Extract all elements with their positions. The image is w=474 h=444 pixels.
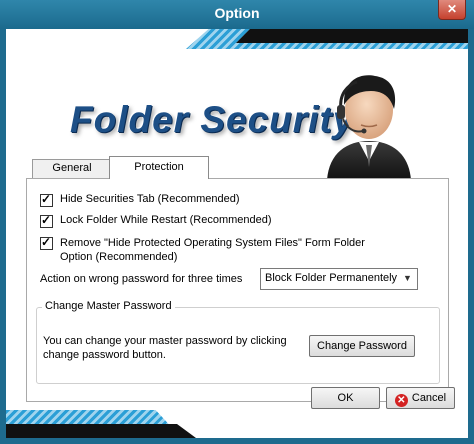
group-legend: Change Master Password (42, 300, 175, 312)
checkmark-icon: ✓ (41, 192, 52, 206)
wrong-password-select[interactable]: Block Folder Permanentely ▼ (260, 268, 418, 290)
change-password-button[interactable]: Change Password (309, 335, 415, 357)
change-master-password-group: Change Master Password You can change yo… (36, 300, 440, 384)
dialog-content: Folder Security General Protection ✓ Hid… (6, 29, 468, 438)
close-button[interactable]: ✕ (438, 0, 466, 20)
wrong-password-label: Action on wrong password for three times (40, 273, 243, 285)
option-label: Remove "Hide Protected Operating System … (60, 237, 365, 263)
protection-panel: ✓ Hide Securities Tab (Recommended) ✓ Lo… (26, 178, 449, 402)
option-dialog: Option ✕ Folder Security General Protect… (0, 0, 474, 444)
ok-button[interactable]: OK (311, 387, 380, 409)
group-description: You can change your master password by c… (43, 335, 287, 361)
option-label: Lock Folder While Restart (Recommended) (60, 214, 272, 226)
decorative-band-top (236, 29, 468, 43)
option-remove-hide-protected[interactable]: ✓ Remove "Hide Protected Operating Syste… (40, 235, 390, 264)
tab-general[interactable]: General (32, 159, 112, 178)
window-title: Option (214, 5, 260, 21)
tab-protection[interactable]: Protection (109, 156, 209, 179)
checkmark-icon: ✓ (41, 235, 52, 249)
option-hide-securities-tab[interactable]: ✓ Hide Securities Tab (Recommended) (40, 192, 240, 207)
support-agent-icon (327, 75, 411, 180)
checkbox[interactable]: ✓ (40, 235, 53, 250)
cancel-label: Cancel (411, 392, 447, 404)
close-icon: ✕ (446, 2, 458, 16)
checkbox[interactable]: ✓ (40, 192, 53, 207)
option-label: Hide Securities Tab (Recommended) (60, 193, 240, 205)
decorative-band-bottom (6, 424, 196, 438)
checkbox[interactable]: ✓ (40, 213, 53, 228)
chevron-down-icon[interactable]: ▼ (401, 271, 414, 286)
app-logo: Folder Security (70, 99, 355, 140)
select-value: Block Folder Permanentely (265, 272, 398, 284)
titlebar[interactable]: Option ✕ (0, 0, 474, 29)
checkmark-icon: ✓ (41, 213, 52, 227)
cancel-icon: ✕ (394, 394, 408, 407)
cancel-button[interactable]: ✕ Cancel (386, 387, 455, 409)
option-lock-folder-restart[interactable]: ✓ Lock Folder While Restart (Recommended… (40, 213, 272, 228)
